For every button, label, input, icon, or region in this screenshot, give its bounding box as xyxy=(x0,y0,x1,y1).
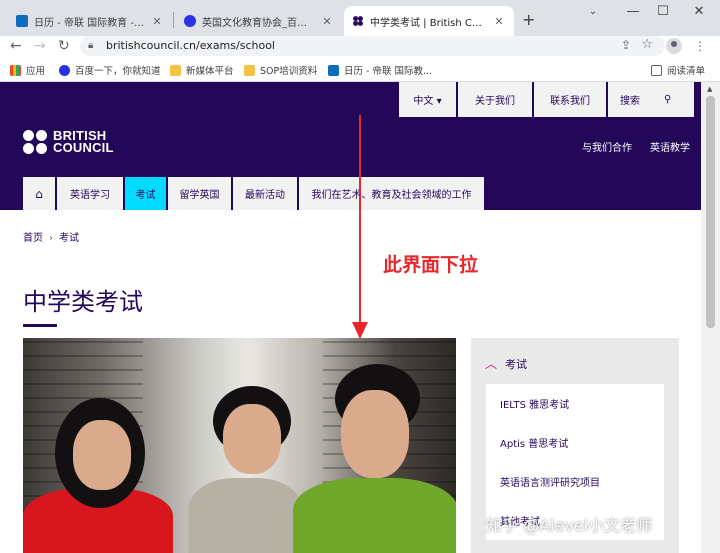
british-council-icon xyxy=(352,15,364,27)
new-tab-button[interactable]: + xyxy=(522,10,535,29)
chevron-up-icon: ︿ xyxy=(485,357,498,371)
tab-strip: 日历 - 帝联 国际教育 - Outlook ✕ 英国文化教育协会_百度搜索 ✕… xyxy=(0,0,720,36)
more-menu-icon[interactable]: ⋮ xyxy=(694,39,706,53)
maximize-button[interactable]: ☐ xyxy=(648,4,678,19)
sidebar-heading-label: 考试 xyxy=(505,357,528,371)
home-nav-button[interactable]: ⌂ xyxy=(23,177,55,210)
bookmark-apps[interactable]: 应用 xyxy=(10,63,45,77)
share-icon[interactable]: ⇪ xyxy=(621,38,631,52)
address-bar[interactable]: 🔒︎ britishcouncil.cn/exams/school ⇪ ☆ xyxy=(80,36,665,56)
work-with-us-link[interactable]: 与我们合作 xyxy=(582,139,632,154)
sidebar-heading[interactable]: ︿ 考试 xyxy=(485,355,527,372)
browser-toolbar: ← → ↻ 🔒︎ britishcouncil.cn/exams/school … xyxy=(0,36,720,58)
outlook-icon xyxy=(16,15,28,27)
tab-title: 英国文化教育协会_百度搜索 xyxy=(202,17,316,29)
outlook-icon xyxy=(328,64,339,76)
search-label: 搜索 xyxy=(620,96,640,107)
window-chevron-icon[interactable]: ⌄ xyxy=(578,6,608,17)
bookmark-label: SOP培训资料 xyxy=(260,66,318,77)
bookmark-folder-sop[interactable]: SOP培训资料 xyxy=(244,63,317,77)
title-underline xyxy=(23,324,57,327)
sidebar-item-assessment-research[interactable]: 英语语言测评研究项目 xyxy=(486,462,664,501)
contact-link[interactable]: 联系我们 xyxy=(534,82,606,117)
page-title: 中学类考试 xyxy=(23,288,143,316)
bookmark-label: 日历 - 帝联 国际教... xyxy=(344,66,433,77)
nav-events[interactable]: 最新活动 xyxy=(233,177,297,210)
minimize-button[interactable]: — xyxy=(618,4,648,19)
nav-our-work[interactable]: 我们在艺术、教育及社会领域的工作 xyxy=(299,177,484,210)
baidu-paw-icon xyxy=(184,15,196,27)
annotation-text: 此界面下拉 xyxy=(383,254,479,276)
tab-title: 日历 - 帝联 国际教育 - Outlook xyxy=(34,17,146,29)
forward-arrow-icon[interactable]: → xyxy=(34,38,46,54)
reload-icon[interactable]: ↻ xyxy=(58,38,70,54)
reading-list-label: 阅读清单 xyxy=(667,66,706,77)
close-tab-icon[interactable]: ✕ xyxy=(150,15,164,28)
teaching-english-link[interactable]: 英语教学 xyxy=(650,139,690,154)
folder-icon xyxy=(244,64,255,76)
folder-icon xyxy=(170,64,181,76)
bookmark-label: 百度一下，你就知道 xyxy=(75,66,161,77)
search-icon: ⚲ xyxy=(664,94,672,105)
main-nav: ⌂ 英语学习 考试 留学英国 最新活动 我们在艺术、教育及社会领域的工作 xyxy=(23,177,486,210)
logo-text: BRITISH COUNCIL xyxy=(53,128,114,155)
home-icon: ⌂ xyxy=(35,186,43,201)
lock-icon[interactable]: 🔒︎ xyxy=(88,40,93,51)
close-tab-icon[interactable]: ✕ xyxy=(320,15,334,28)
close-tab-icon[interactable]: ✕ xyxy=(492,15,506,28)
reading-list[interactable]: 阅读清单 xyxy=(651,63,705,77)
url-text[interactable]: britishcouncil.cn/exams/school xyxy=(106,39,275,52)
apps-grid-icon xyxy=(10,64,21,76)
annotation-arrow-down-icon xyxy=(352,322,368,339)
bookmark-folder-media[interactable]: 新媒体平台 xyxy=(170,63,234,77)
bookmark-outlook[interactable]: 日历 - 帝联 国际教... xyxy=(328,63,432,77)
annotation-arrow-line xyxy=(359,115,361,325)
baidu-paw-icon xyxy=(59,64,70,76)
utility-bar: 中文 ▾ 关于我们 联系我们 搜索 ⚲ xyxy=(397,82,694,117)
logo-dots-icon xyxy=(23,130,47,154)
about-link[interactable]: 关于我们 xyxy=(458,82,532,117)
british-council-logo[interactable]: BRITISH COUNCIL xyxy=(23,128,114,155)
tab-title: 中学类考试 | British Council xyxy=(370,17,488,29)
tab-outlook[interactable]: 日历 - 帝联 国际教育 - Outlook ✕ xyxy=(8,6,172,36)
watermark: 知乎 @Alevel小文老师 xyxy=(486,516,653,535)
sidebar-item-ielts[interactable]: IELTS 雅思考试 xyxy=(486,384,664,423)
scrollbar-thumb[interactable] xyxy=(706,96,715,328)
bookmarks-bar: 应用 百度一下，你就知道 新媒体平台 SOP培训资料 日历 - 帝联 国际教..… xyxy=(0,58,720,82)
page-viewport[interactable]: 中文 ▾ 关于我们 联系我们 搜索 ⚲ BRITISH COUNCIL 与我们合… xyxy=(0,82,701,553)
language-select[interactable]: 中文 ▾ xyxy=(399,82,456,117)
close-window-button[interactable]: ✕ xyxy=(684,4,714,19)
tab-divider xyxy=(173,12,174,28)
sidebar-item-aptis[interactable]: Aptis 普思考试 xyxy=(486,423,664,462)
tab-british-council[interactable]: 中学类考试 | British Council ✕ xyxy=(344,6,514,36)
bookmark-star-icon[interactable]: ☆ xyxy=(641,37,653,52)
scroll-up-icon[interactable]: ▲ xyxy=(707,85,712,93)
bookmark-baidu[interactable]: 百度一下，你就知道 xyxy=(59,63,161,77)
tab-baidu[interactable]: 英国文化教育协会_百度搜索 ✕ xyxy=(176,6,342,36)
nav-exams[interactable]: 考试 xyxy=(125,177,166,210)
bookmark-label: 应用 xyxy=(26,66,46,77)
breadcrumb-chevron-icon: › xyxy=(49,233,53,244)
nav-learn-english[interactable]: 英语学习 xyxy=(57,177,123,210)
breadcrumb-current[interactable]: 考试 xyxy=(59,233,79,244)
search-button[interactable]: 搜索 ⚲ xyxy=(608,82,694,117)
nav-study-uk[interactable]: 留学英国 xyxy=(168,177,231,210)
page-scrollbar[interactable]: ▲ xyxy=(701,82,720,553)
students-photo xyxy=(23,338,456,553)
bookmark-label: 新媒体平台 xyxy=(186,66,234,77)
back-arrow-icon[interactable]: ← xyxy=(10,38,22,54)
site-header: 中文 ▾ 关于我们 联系我们 搜索 ⚲ BRITISH COUNCIL 与我们合… xyxy=(0,82,701,210)
breadcrumb: 首页 › 考试 xyxy=(23,229,79,244)
reading-list-icon xyxy=(651,64,662,76)
profile-avatar-icon[interactable] xyxy=(666,38,682,54)
breadcrumb-home[interactable]: 首页 xyxy=(23,233,43,244)
